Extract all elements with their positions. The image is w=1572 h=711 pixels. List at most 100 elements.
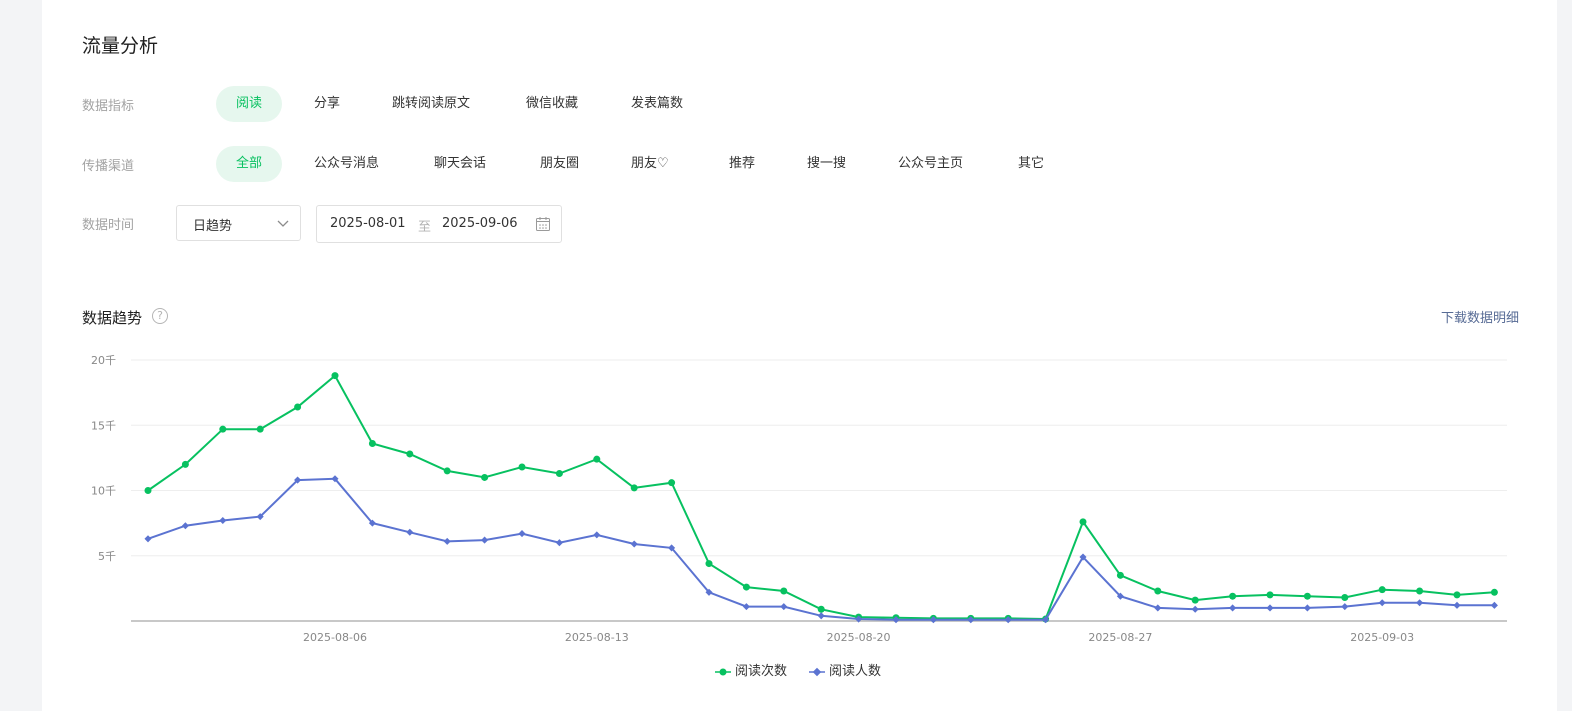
channel-option-chat[interactable]: 聊天会话 [414,146,506,182]
data-point [555,470,563,478]
x-tick-label: 2025-08-13 [565,631,629,644]
chart-legend: 阅读次数 阅读人数 [42,660,1557,680]
series-line [147,477,1495,621]
data-point [1378,586,1386,594]
data-point [144,535,152,543]
help-circle-icon[interactable]: ? [152,308,168,324]
trend-title: 数据趋势 [82,309,143,327]
data-point [256,425,264,433]
legend-item-reads[interactable]: 阅读次数 [715,660,787,679]
granularity-select[interactable]: 日趋势 [176,205,301,241]
chevron-down-icon [277,220,289,227]
data-point [181,460,189,468]
data-point [331,372,339,380]
legend-item-readers[interactable]: 阅读人数 [809,660,881,679]
data-point [1116,571,1124,579]
start-date: 2025-08-01 [330,216,406,231]
data-point [742,583,750,591]
trend-line-chart: 5千 10千 15千 20千 2025-08-06 2025-08-13 2025-08-2… [91,354,1507,644]
data-point [1490,601,1498,609]
data-point [1154,604,1162,612]
data-point [780,603,788,611]
metric-option-read-original[interactable]: 跳转阅读原文 [372,86,490,122]
data-point [817,612,825,620]
data-point [443,467,451,475]
data-point [555,539,563,547]
metric-option-publish-count[interactable]: 发表篇数 [611,86,703,122]
data-point [1229,592,1237,600]
data-point [1266,604,1274,612]
metric-option-share[interactable]: 分享 [294,86,360,122]
data-point [1416,599,1424,607]
legend-reads-marker [715,668,731,675]
data-point [481,473,489,481]
channel-option-search[interactable]: 搜一搜 [787,146,866,182]
data-point [144,487,152,494]
metric-option-wechat-favorite[interactable]: 微信收藏 [506,86,598,122]
legend-reads-label: 阅读次数 [735,664,788,679]
metric-option-read[interactable]: 阅读 [216,86,283,122]
data-point [705,560,713,568]
x-tick-label: 2025-08-06 [303,631,367,644]
channel-option-other[interactable]: 其它 [998,146,1064,182]
channel-option-homepage[interactable]: 公众号主页 [878,146,983,182]
data-point [1154,587,1162,595]
y-tick-label: 5千 [98,550,116,563]
data-point [518,463,526,471]
data-point [1416,587,1424,595]
data-point [593,455,601,463]
data-point [1191,596,1199,604]
data-point [219,516,227,525]
end-date: 2025-09-06 [442,216,518,231]
x-tick-label: 2025-08-27 [1088,631,1152,644]
traffic-analysis-card: 流量分析 数据指标 阅读 分享 跳转阅读原文 微信收藏 发表篇数 传播渠道 全部… [42,0,1557,711]
data-point [1191,605,1199,613]
data-point [742,603,750,611]
legend-readers-marker [809,667,825,676]
data-point [368,440,376,448]
data-point [294,403,302,411]
data-point [593,531,601,539]
data-point [443,537,451,545]
data-point [518,530,526,538]
date-range-separator: 至 [418,220,432,235]
channel-option-recommend[interactable]: 推荐 [709,146,775,182]
data-point [1079,518,1087,526]
channel-option-moments[interactable]: 朋友圈 [520,146,599,182]
download-data-link[interactable]: 下载数据明细 [1441,307,1519,326]
calendar-icon [536,217,550,231]
data-point [817,605,825,613]
data-point [1341,594,1349,602]
data-point [1490,588,1498,596]
data-point [219,425,227,433]
data-point [1266,591,1274,599]
y-tick-label: 20千 [91,354,116,367]
channel-filter-label: 传播渠道 [82,159,135,174]
date-range-picker[interactable]: 2025-08-01 至 2025-09-06 [316,205,562,243]
data-point [780,587,788,595]
legend-readers-label: 阅读人数 [829,664,882,679]
data-point [1378,599,1386,607]
x-tick-label: 2025-09-03 [1350,631,1414,644]
granularity-value: 日趋势 [193,219,233,234]
x-tick-label: 2025-08-20 [827,631,891,644]
data-point [406,528,414,536]
data-point [181,522,189,530]
data-point [630,540,638,548]
channel-option-official-message[interactable]: 公众号消息 [294,146,399,182]
channel-option-all[interactable]: 全部 [216,146,283,182]
data-point [1341,603,1349,611]
data-point [406,450,414,458]
time-filter-label: 数据时间 [82,218,135,233]
data-point [1453,601,1461,609]
data-point [1303,604,1311,612]
channel-option-friend-likes[interactable]: 朋友♡ [611,146,689,182]
y-tick-label: 10千 [91,485,116,498]
data-point [1453,591,1461,599]
data-point [1303,592,1311,600]
data-point [481,536,489,544]
data-point [668,479,676,487]
metric-filter-label: 数据指标 [82,99,135,114]
y-tick-label: 15千 [91,419,116,432]
data-point [1229,604,1237,612]
